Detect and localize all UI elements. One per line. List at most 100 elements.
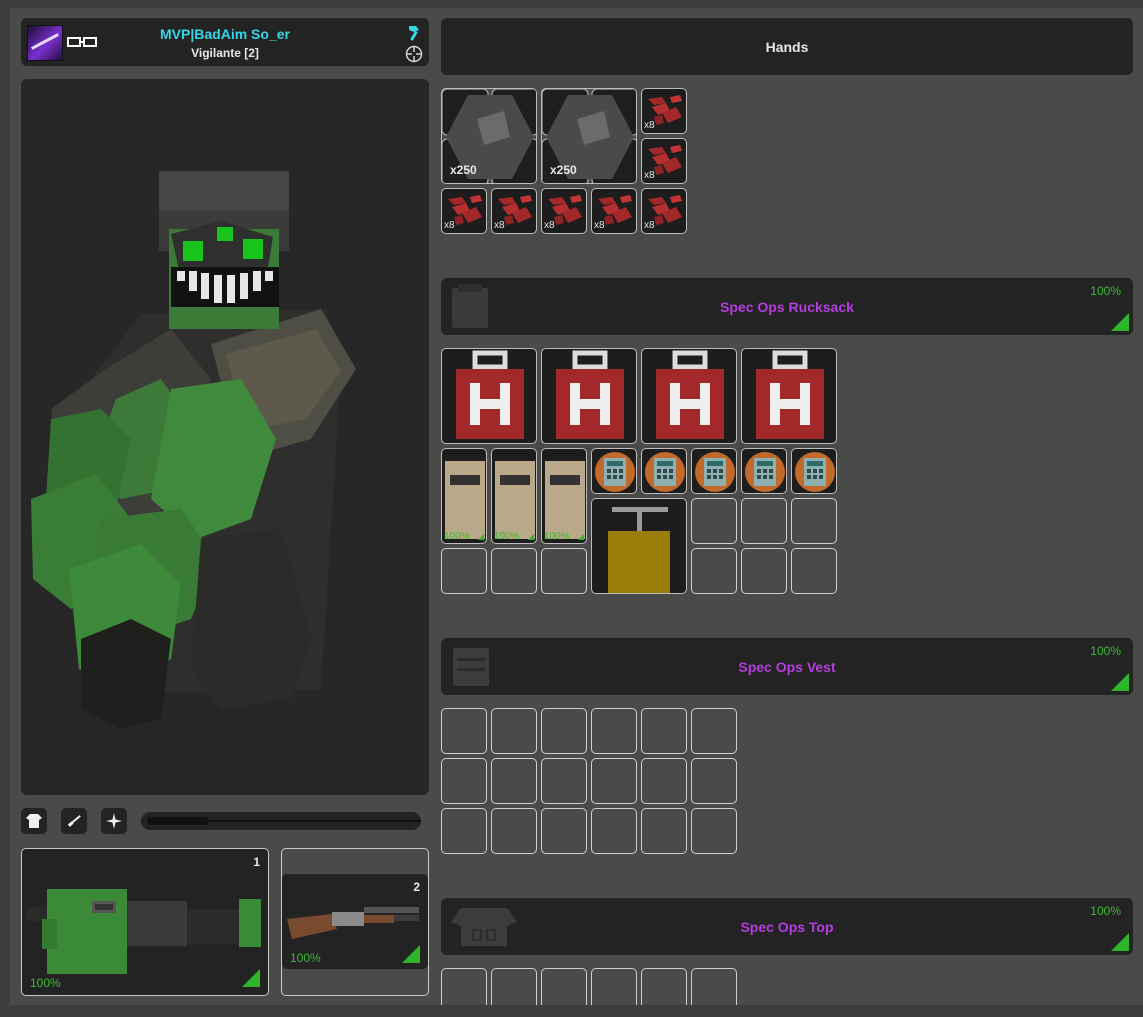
zoom-slider[interactable]	[141, 812, 421, 830]
secondary-weapon-slot[interactable]: 2 100%	[281, 848, 429, 996]
empty-slot[interactable]	[741, 548, 787, 594]
medkit-item[interactable]	[641, 348, 737, 444]
item-quantity: x8	[644, 220, 655, 231]
ammo-item[interactable]: x8	[541, 188, 587, 234]
top-bar[interactable]: Spec Ops Top 100%	[441, 898, 1133, 955]
medkit-item[interactable]	[541, 348, 637, 444]
medkit-icon	[556, 350, 624, 439]
empty-slot[interactable]	[491, 808, 537, 854]
rock-item[interactable]: x250	[441, 88, 537, 184]
medkit-item[interactable]	[441, 348, 537, 444]
empty-slot[interactable]	[691, 758, 737, 804]
empty-slot[interactable]	[541, 808, 587, 854]
empty-slot[interactable]	[641, 758, 687, 804]
weapon-durability: 100%	[30, 976, 61, 990]
ammo-item[interactable]: x8	[641, 188, 687, 234]
ammo-item[interactable]: x8	[591, 188, 637, 234]
empty-slot[interactable]	[691, 968, 737, 1005]
item-quantity: x8	[544, 220, 555, 231]
empty-slot[interactable]	[441, 548, 487, 594]
detonator-item[interactable]	[591, 448, 637, 494]
empty-slot[interactable]	[741, 498, 787, 544]
ammo-item[interactable]: x8	[641, 88, 687, 134]
empty-slot[interactable]	[641, 708, 687, 754]
ammo-item[interactable]: x8	[491, 188, 537, 234]
quality-indicator	[242, 969, 260, 987]
empty-slot[interactable]	[491, 758, 537, 804]
detonator-item[interactable]	[741, 448, 787, 494]
character-model	[31, 171, 356, 729]
empty-slot[interactable]	[541, 708, 587, 754]
crosshair-icon[interactable]	[405, 45, 423, 63]
item-quantity: x8	[644, 120, 655, 131]
item-quantity: x250	[550, 163, 577, 177]
empty-slot[interactable]	[541, 548, 587, 594]
detonator-item[interactable]	[641, 448, 687, 494]
empty-slot[interactable]	[791, 548, 837, 594]
empty-slot[interactable]	[591, 708, 637, 754]
empty-slot[interactable]	[441, 708, 487, 754]
armor-plate-icon	[445, 461, 485, 539]
empty-slot[interactable]	[691, 548, 737, 594]
machine-gun-icon	[27, 889, 261, 974]
quality-indicator	[402, 945, 420, 963]
item-durability: 100%	[494, 531, 520, 542]
empty-slot[interactable]	[791, 498, 837, 544]
detonator-item[interactable]	[791, 448, 837, 494]
quality-indicator	[1111, 673, 1129, 691]
empty-slot[interactable]	[541, 758, 587, 804]
rock-item[interactable]: x250	[541, 88, 637, 184]
item-quantity: x8	[494, 220, 505, 231]
empty-slot[interactable]	[691, 808, 737, 854]
empty-slot[interactable]	[541, 968, 587, 1005]
hammer-icon[interactable]	[405, 23, 423, 41]
rucksack-bar[interactable]: Spec Ops Rucksack 100%	[441, 278, 1133, 335]
shirt-icon	[26, 814, 42, 828]
detonator-icon	[795, 452, 835, 492]
player-rank: Vigilante [2]	[191, 46, 259, 60]
empty-slot[interactable]	[591, 758, 637, 804]
character-preview[interactable]	[21, 79, 429, 795]
medkit-icon	[456, 350, 524, 439]
weapons-tab-button[interactable]	[61, 808, 87, 834]
vest-bar[interactable]: Spec Ops Vest 100%	[441, 638, 1133, 695]
quality-indicator	[1111, 313, 1129, 331]
quality-indicator	[528, 534, 534, 540]
c4-charge-icon	[608, 507, 670, 593]
slot-number: 1	[253, 855, 260, 869]
empty-slot[interactable]	[641, 808, 687, 854]
item-quantity: x250	[450, 163, 477, 177]
rucksack-durability: 100%	[1090, 284, 1121, 298]
ammo-item[interactable]: x8	[441, 188, 487, 234]
armor-plate-item[interactable]: 100%	[441, 448, 487, 544]
empty-slot[interactable]	[491, 708, 537, 754]
rucksack-name: Spec Ops Rucksack	[720, 299, 854, 315]
primary-weapon-slot[interactable]: 1 100%	[21, 848, 269, 996]
zoom-slider-thumb[interactable]	[147, 817, 209, 825]
inventory-window: MVP|BadAim So_er Vigilante [2] 1 100% 2 …	[10, 8, 1143, 1005]
armor-plate-item[interactable]: 100%	[491, 448, 537, 544]
clothing-tab-button[interactable]	[21, 808, 47, 834]
empty-slot[interactable]	[591, 968, 637, 1005]
rifle-icon	[67, 815, 81, 827]
detonator-icon	[595, 452, 635, 492]
weapon-durability: 100%	[290, 951, 321, 965]
effects-tab-button[interactable]	[101, 808, 127, 834]
medkit-item[interactable]	[741, 348, 837, 444]
vest-name: Spec Ops Vest	[738, 659, 836, 675]
empty-slot[interactable]	[691, 708, 737, 754]
empty-slot[interactable]	[641, 968, 687, 1005]
empty-slot[interactable]	[441, 968, 487, 1005]
c4-charge-item[interactable]	[591, 498, 687, 594]
sparkle-icon	[106, 813, 122, 829]
empty-slot[interactable]	[591, 808, 637, 854]
empty-slot[interactable]	[441, 808, 487, 854]
empty-slot[interactable]	[491, 968, 537, 1005]
empty-slot[interactable]	[691, 498, 737, 544]
armor-plate-item[interactable]: 100%	[541, 448, 587, 544]
detonator-item[interactable]	[691, 448, 737, 494]
ammo-item[interactable]: x8	[641, 138, 687, 184]
empty-slot[interactable]	[491, 548, 537, 594]
player-name: MVP|BadAim So_er	[160, 26, 290, 42]
empty-slot[interactable]	[441, 758, 487, 804]
